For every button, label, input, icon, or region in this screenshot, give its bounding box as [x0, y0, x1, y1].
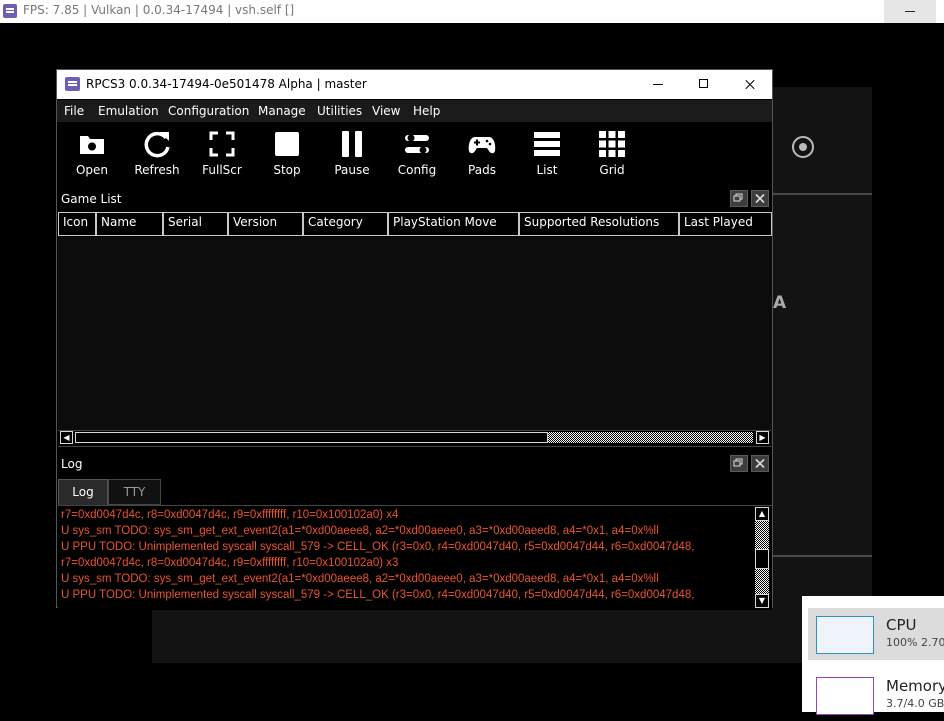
game-window-titlebar: FPS: 7.85 | Vulkan | 0.0.34-17494 | vsh.… — [0, 0, 944, 23]
task-manager-cpu-row[interactable]: CPU 100% 2.70 — [808, 608, 944, 660]
vertical-scroll-thumb[interactable] — [755, 549, 769, 569]
menu-utilities[interactable]: Utilities — [317, 104, 362, 118]
column-header-version[interactable]: Version — [228, 212, 303, 236]
main-window-title: RPCS3 0.0.34-17494-0e501478 Alpha | mast… — [86, 77, 367, 91]
table-header: Icon Name Serial Version Category PlaySt… — [58, 211, 772, 237]
float-icon — [733, 458, 743, 467]
horizontal-scroll-thumb[interactable] — [75, 432, 548, 443]
grid-view-label: Grid — [599, 163, 625, 177]
column-header-last-played[interactable]: Last Played — [679, 212, 772, 236]
column-header-supported-resolutions[interactable]: Supported Resolutions — [519, 212, 679, 236]
memory-label: Memory — [886, 677, 944, 695]
task-manager-memory-row[interactable]: Memory 3.7/4.0 GB — [808, 669, 944, 721]
rpcs3-app-icon — [3, 4, 17, 18]
pads-button[interactable]: Pads — [451, 123, 513, 186]
scroll-left-arrow-icon[interactable]: ◀ — [60, 431, 73, 444]
background-divider — [772, 193, 872, 195]
open-label: Open — [75, 163, 109, 177]
minimize-button[interactable] — [635, 70, 681, 99]
list-view-label: List — [536, 163, 558, 177]
log-panel-title: Log — [61, 457, 83, 471]
scroll-up-arrow-icon[interactable]: ▲ — [755, 507, 769, 521]
main-window-titlebar: RPCS3 0.0.34-17494-0e501478 Alpha | mast… — [57, 70, 772, 99]
column-header-name[interactable]: Name — [96, 212, 163, 236]
log-vertical-scrollbar[interactable]: ▲ ▼ — [754, 506, 770, 609]
log-float-button[interactable] — [730, 455, 748, 472]
game-list-float-button[interactable] — [730, 190, 748, 207]
pause-label: Pause — [334, 163, 370, 177]
refresh-icon — [142, 129, 172, 159]
task-manager-panel: CPU 100% 2.70 Memory 3.7/4.0 GB — [802, 596, 944, 715]
config-icon — [402, 129, 432, 159]
close-icon — [755, 193, 765, 204]
fullscreen-button[interactable]: FullScr — [191, 123, 253, 186]
background-text-fragment: A — [773, 293, 787, 313]
log-line: U PPU TODO: Unimplemented syscall syscal… — [61, 541, 695, 553]
folder-icon — [77, 129, 107, 159]
tab-tty[interactable]: TTY — [108, 479, 161, 505]
fullscreen-label: FullScr — [202, 163, 242, 177]
pause-icon — [337, 129, 367, 159]
config-button[interactable]: Config — [386, 123, 448, 186]
menu-configuration[interactable]: Configuration — [168, 104, 249, 118]
gamepad-icon — [467, 129, 497, 159]
list-view-button[interactable]: List — [516, 123, 578, 186]
log-line: r7=0xd0047d4c, r8=0xd0047d4c, r9=0xfffff… — [61, 557, 399, 569]
memory-value: 3.7/4.0 GB — [886, 697, 944, 710]
game-list-close-button[interactable] — [751, 190, 769, 207]
maximize-button[interactable] — [681, 70, 727, 99]
cpu-graph — [816, 616, 874, 654]
column-header-serial[interactable]: Serial — [163, 212, 228, 236]
float-icon — [733, 193, 743, 202]
scroll-right-arrow-icon[interactable]: ▶ — [756, 431, 769, 444]
game-list-table: Icon Name Serial Version Category PlaySt… — [58, 211, 772, 447]
pads-label: Pads — [468, 163, 496, 177]
log-line: U sys_sm TODO: sys_sm_get_ext_event2(a1=… — [61, 525, 659, 537]
close-button[interactable] — [727, 70, 773, 99]
grid-icon — [597, 129, 627, 159]
log-output[interactable]: r7=0xd0047d4c, r8=0xd0047d4c, r9=0xfffff… — [58, 505, 772, 610]
menu-help[interactable]: Help — [413, 104, 440, 118]
close-icon — [755, 458, 765, 469]
tab-log[interactable]: Log — [58, 479, 108, 505]
game-window-title: FPS: 7.85 | Vulkan | 0.0.34-17494 | vsh.… — [23, 3, 295, 17]
stop-label: Stop — [273, 163, 301, 177]
stop-button[interactable]: Stop — [256, 123, 318, 186]
pause-button[interactable]: Pause — [321, 123, 383, 186]
cpu-value: 100% 2.70 — [886, 636, 944, 649]
background-divider — [772, 555, 872, 557]
menu-bar: File Emulation Configuration Manage Util… — [57, 100, 772, 122]
list-icon — [532, 129, 562, 159]
log-close-button[interactable] — [751, 455, 769, 472]
fullscreen-icon — [207, 129, 237, 159]
log-line: U sys_sm TODO: sys_sm_get_ext_event2(a1=… — [61, 573, 659, 585]
rpcs3-app-icon — [65, 77, 80, 91]
column-header-playstation-move[interactable]: PlayStation Move — [388, 212, 519, 236]
target-icon — [792, 136, 814, 158]
column-header-category[interactable]: Category — [303, 212, 388, 236]
log-line: U PPU TODO: Unimplemented syscall syscal… — [61, 589, 695, 601]
column-header-icon[interactable]: Icon — [58, 212, 96, 236]
menu-manage[interactable]: Manage — [258, 104, 306, 118]
open-button[interactable]: Open — [61, 123, 123, 186]
config-label: Config — [397, 163, 437, 177]
toolbar: Open Refresh FullScr Stop Pause Config P… — [57, 123, 772, 186]
game-window-minimize-button[interactable] — [884, 0, 936, 23]
menu-view[interactable]: View — [372, 104, 400, 118]
menu-emulation[interactable]: Emulation — [98, 104, 159, 118]
menu-file[interactable]: File — [64, 104, 84, 118]
scroll-down-arrow-icon[interactable]: ▼ — [755, 594, 769, 608]
horizontal-scroll-track[interactable] — [548, 432, 753, 443]
refresh-button[interactable]: Refresh — [126, 123, 188, 186]
game-list-horizontal-scrollbar[interactable]: ◀ ▶ — [58, 430, 771, 447]
memory-graph — [816, 677, 874, 715]
refresh-label: Refresh — [134, 163, 180, 177]
stop-icon — [272, 129, 302, 159]
grid-view-button[interactable]: Grid — [581, 123, 643, 186]
cpu-label: CPU — [886, 616, 917, 634]
game-list-title: Game List — [61, 192, 122, 206]
rpcs3-main-window: RPCS3 0.0.34-17494-0e501478 Alpha | mast… — [56, 69, 773, 610]
log-line: r7=0xd0047d4c, r8=0xd0047d4c, r9=0xfffff… — [61, 509, 399, 521]
